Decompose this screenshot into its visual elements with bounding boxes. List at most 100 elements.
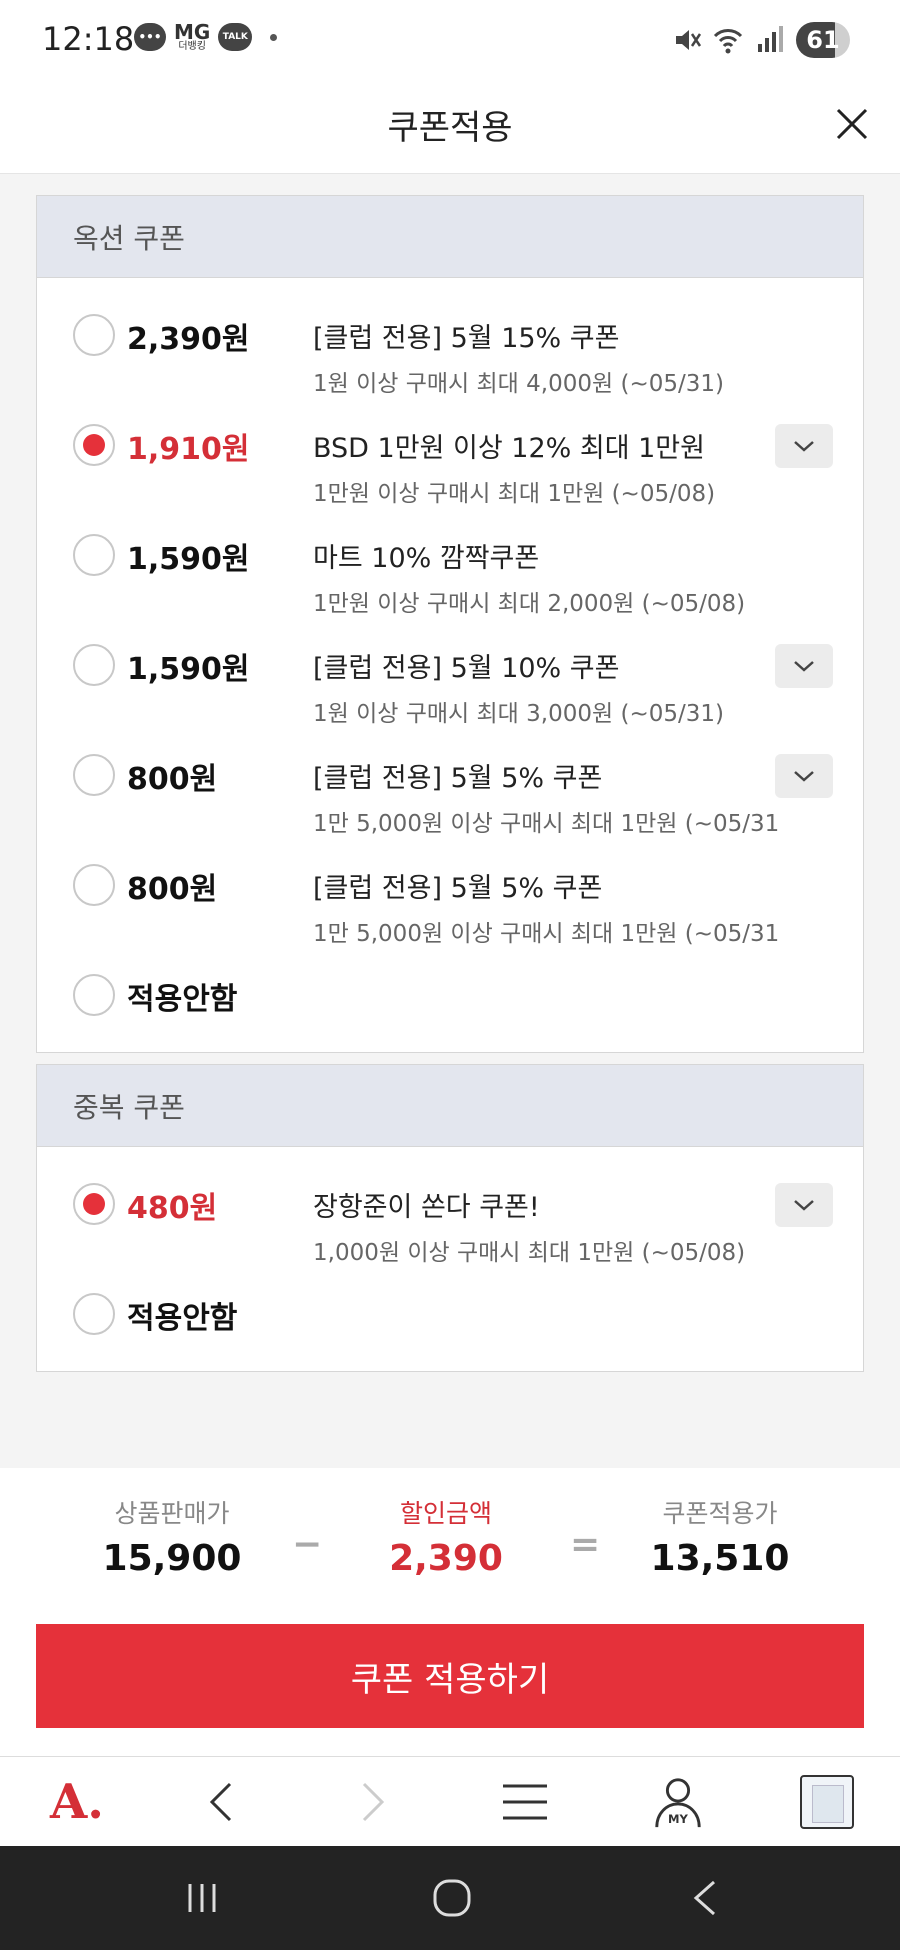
- minus-sign: −: [292, 1524, 323, 1565]
- section-title: 옥션 쿠폰: [37, 196, 863, 278]
- mg-bank-icon: MG 더뱅킹: [174, 20, 211, 52]
- expand-button[interactable]: [775, 644, 833, 688]
- price-summary: 상품판매가 15,900 − 할인금액 2,390 = 쿠폰적용가 13,510: [0, 1468, 900, 1618]
- coupon-radio[interactable]: [73, 314, 115, 356]
- user-icon: MY: [655, 1778, 701, 1828]
- more-notifications-dot-icon: [270, 33, 278, 41]
- back-button[interactable]: [196, 1775, 246, 1829]
- home-logo-button[interactable]: A.: [42, 1774, 112, 1830]
- coupon-row[interactable]: 2,390원 [클럽 전용] 5월 15% 쿠폰 1원 이상 구매시 최대 4,…: [37, 284, 863, 397]
- auction-logo: A.: [50, 1774, 104, 1830]
- coupon-radio[interactable]: [73, 644, 115, 686]
- svg-text:MY: MY: [668, 1812, 689, 1826]
- coupon-condition: 1만원 이상 구매시 최대 2,000원 (~05/08): [313, 591, 746, 617]
- chevron-down-icon: [794, 441, 814, 452]
- tabs-button[interactable]: [798, 1775, 856, 1829]
- expand-button[interactable]: [775, 424, 833, 468]
- status-bar: 12:18 ••• MG 더뱅킹 TALK 61: [0, 0, 900, 82]
- signal-icon: [758, 26, 783, 52]
- coupon-amount: 1,590원: [127, 542, 250, 577]
- dialog-header: 쿠폰적용: [0, 82, 900, 174]
- coupon-amount: 480원: [127, 1191, 218, 1226]
- apply-coupon-button[interactable]: 쿠폰 적용하기: [36, 1624, 864, 1728]
- original-price: 상품판매가 15,900: [72, 1494, 272, 1579]
- coupon-row-none[interactable]: 적용안함: [37, 1263, 863, 1371]
- my-page-button[interactable]: MY: [650, 1775, 706, 1829]
- original-price-value: 15,900: [102, 1538, 242, 1579]
- coupon-condition: 1,000원 이상 구매시 최대 1만원 (~05/08): [313, 1240, 746, 1266]
- coupon-radio-selected[interactable]: [73, 424, 115, 466]
- discount-amount: 할인금액 2,390: [346, 1494, 546, 1579]
- chat-notification-icon: •••: [134, 23, 166, 51]
- apply-area: 쿠폰 적용하기: [0, 1618, 900, 1756]
- coupon-row[interactable]: 1,910원 BSD 1만원 이상 12% 최대 1만원 1만원 이상 구매시 …: [37, 394, 863, 507]
- auction-coupon-section: 옥션 쿠폰 2,390원 [클럽 전용] 5월 15% 쿠폰 1원 이상 구매시…: [36, 195, 864, 1053]
- browser-toolbar: A. MY: [0, 1756, 900, 1846]
- coupon-radio[interactable]: [73, 1293, 115, 1335]
- chevron-right-icon: [362, 1782, 385, 1822]
- section-title: 중복 쿠폰: [37, 1065, 863, 1147]
- coupon-title: BSD 1만원 이상 12% 최대 1만원: [313, 433, 705, 464]
- coupon-amount: 2,390원: [127, 322, 250, 357]
- coupon-amount: 1,590원: [127, 652, 250, 687]
- coupon-row-none[interactable]: 적용안함: [37, 944, 863, 1052]
- coupon-condition: 1원 이상 구매시 최대 4,000원 (~05/31): [313, 371, 724, 397]
- forward-button[interactable]: [348, 1775, 398, 1829]
- coupon-title: 마트 10% 깜짝쿠폰: [313, 543, 540, 574]
- home-icon[interactable]: [430, 1876, 474, 1920]
- battery-indicator: 61: [796, 22, 850, 58]
- wifi-icon: [713, 29, 743, 54]
- coupon-condition: 1원 이상 구매시 최대 3,000원 (~05/31): [313, 701, 724, 727]
- coupon-radio-selected[interactable]: [73, 1183, 115, 1225]
- close-icon[interactable]: [832, 104, 872, 144]
- coupon-radio[interactable]: [73, 754, 115, 796]
- coupon-condition: 1만원 이상 구매시 최대 1만원 (~05/08): [313, 481, 716, 507]
- coupon-amount: 800원: [127, 872, 218, 907]
- coupon-row[interactable]: 800원 [클럽 전용] 5월 5% 쿠폰 1만 5,000원 이상 구매시 최…: [37, 724, 863, 837]
- final-price-label: 쿠폰적용가: [662, 1499, 778, 1528]
- mute-icon: [676, 30, 702, 50]
- no-coupon-label: 적용안함: [127, 982, 238, 1017]
- coupon-row[interactable]: 1,590원 [클럽 전용] 5월 10% 쿠폰 1원 이상 구매시 최대 3,…: [37, 614, 863, 727]
- coupon-title: 장항준이 쏜다 쿠폰!: [313, 1192, 540, 1223]
- chevron-down-icon: [794, 771, 814, 782]
- chevron-down-icon: [794, 1200, 814, 1211]
- coupon-amount: 800원: [127, 762, 218, 797]
- final-price: 쿠폰적용가 13,510: [620, 1494, 820, 1579]
- original-price-label: 상품판매가: [114, 1499, 230, 1528]
- discount-value: 2,390: [389, 1538, 503, 1579]
- expand-button[interactable]: [775, 754, 833, 798]
- coupon-radio[interactable]: [73, 974, 115, 1016]
- system-icons: 61: [670, 22, 850, 58]
- coupon-radio[interactable]: [73, 864, 115, 906]
- equals-sign: =: [570, 1524, 601, 1565]
- coupon-row[interactable]: 1,590원 마트 10% 깜짝쿠폰 1만원 이상 구매시 최대 2,000원 …: [37, 504, 863, 617]
- coupon-row[interactable]: 800원 [클럽 전용] 5월 5% 쿠폰 1만 5,000원 이상 구매시 최…: [37, 834, 863, 947]
- talk-notification-icon: TALK: [218, 23, 253, 51]
- system-navigation-bar: [0, 1846, 900, 1950]
- chevron-down-icon: [794, 661, 814, 672]
- coupon-title: [클럽 전용] 5월 10% 쿠폰: [313, 653, 620, 684]
- menu-button[interactable]: [498, 1775, 552, 1829]
- coupon-title: [클럽 전용] 5월 15% 쿠폰: [313, 323, 620, 354]
- status-time: 12:18: [42, 20, 135, 58]
- discount-label: 할인금액: [399, 1499, 492, 1528]
- page-title: 쿠폰적용: [387, 108, 513, 148]
- final-price-value: 13,510: [650, 1538, 790, 1579]
- coupon-condition: 1만 5,000원 이상 구매시 최대 1만원 (~05/31: [313, 811, 780, 837]
- no-coupon-label: 적용안함: [127, 1301, 238, 1336]
- recent-apps-icon[interactable]: [180, 1876, 224, 1920]
- back-icon[interactable]: [684, 1876, 728, 1920]
- notification-icons: ••• MG 더뱅킹 TALK: [134, 20, 278, 52]
- duplicate-coupon-section: 중복 쿠폰 480원 장항준이 쏜다 쿠폰! 1,000원 이상 구매시 최대 …: [36, 1064, 864, 1372]
- hamburger-menu-icon: [503, 1784, 547, 1820]
- coupon-title: [클럽 전용] 5월 5% 쿠폰: [313, 873, 603, 904]
- chevron-left-icon: [209, 1782, 232, 1822]
- coupon-row[interactable]: 480원 장항준이 쏜다 쿠폰! 1,000원 이상 구매시 최대 1만원 (~…: [37, 1153, 863, 1266]
- coupon-amount: 1,910원: [127, 432, 250, 467]
- coupon-radio[interactable]: [73, 534, 115, 576]
- tabs-thumbnail-icon: [800, 1775, 854, 1829]
- coupon-condition: 1만 5,000원 이상 구매시 최대 1만원 (~05/31: [313, 921, 780, 947]
- coupon-title: [클럽 전용] 5월 5% 쿠폰: [313, 763, 603, 794]
- expand-button[interactable]: [775, 1183, 833, 1227]
